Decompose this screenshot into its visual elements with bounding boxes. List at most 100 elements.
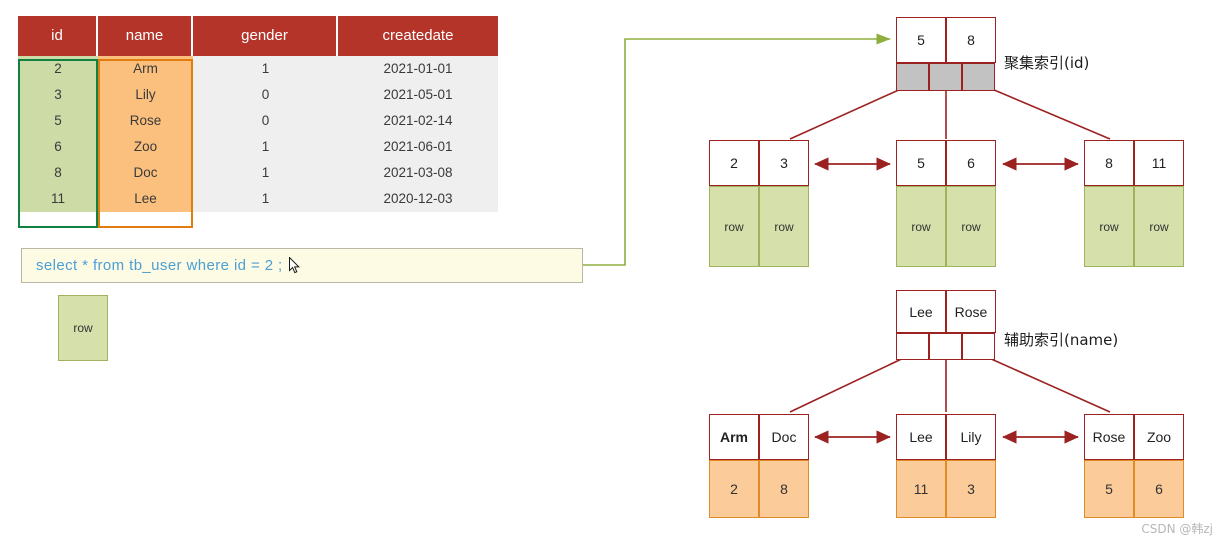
user-table: id name gender createdate 2 Arm 1 2021-0… <box>18 16 498 212</box>
cell-gender: 1 <box>261 139 270 154</box>
clustered-leaf-node: 8 11 row row <box>1084 140 1184 267</box>
leaf-key-row: 5 6 <box>896 140 996 186</box>
leaf-data-row: 2 8 <box>709 460 809 518</box>
leaf-data-cell: 3 <box>946 460 996 518</box>
leaf-key-row: 2 3 <box>709 140 809 186</box>
leaf-data-cell: row <box>1134 186 1184 267</box>
cell-name: Doc <box>98 160 193 186</box>
mouse-cursor-icon <box>289 257 300 274</box>
watermark: CSDN @韩zj <box>1141 522 1213 536</box>
table-row: 5 Rose 0 2021-02-14 <box>18 108 498 134</box>
leaf-key-cell: 2 <box>709 140 759 186</box>
cell-createdate: 2021-05-01 <box>383 87 453 102</box>
diagram-canvas: id name gender createdate 2 Arm 1 2021-0… <box>0 0 1221 541</box>
leaf-key-row: Rose Zoo <box>1084 414 1184 460</box>
cell-name: Zoo <box>98 134 193 160</box>
secondary-leaf-node: Rose Zoo 5 6 <box>1084 414 1184 518</box>
sql-query-box[interactable]: select * from tb_user where id = 2 ; <box>21 248 583 283</box>
cell-id: 8 <box>18 160 98 186</box>
root-key-cell: Lee <box>896 290 946 333</box>
leaf-key-cell: Arm <box>709 414 759 460</box>
cell-createdate: 2021-01-01 <box>383 61 453 76</box>
result-row-label: row <box>73 321 93 335</box>
root-key-row: Lee Rose <box>896 290 996 333</box>
leaf-data-cell: row <box>709 186 759 267</box>
root-pointer-row <box>896 333 996 360</box>
column-header-gender: gender <box>193 16 338 56</box>
secondary-leaf-node: Arm Doc 2 8 <box>709 414 809 518</box>
table-row: 2 Arm 1 2021-01-01 <box>18 56 498 82</box>
leaf-key-cell: Zoo <box>1134 414 1184 460</box>
column-header-id: id <box>18 16 98 56</box>
clustered-index-root-node: 5 8 <box>896 17 996 91</box>
table-body: 2 Arm 1 2021-01-01 3 Lily 0 2021-05-01 5… <box>18 56 498 212</box>
root-pointer-cell <box>962 333 995 360</box>
root-pointer-row <box>896 63 996 91</box>
leaf-data-cell: row <box>759 186 809 267</box>
root-pointer-cell <box>929 333 962 360</box>
secondary-index-root-node: Lee Rose <box>896 290 996 360</box>
cell-id: 5 <box>18 108 98 134</box>
leaf-data-row: row row <box>709 186 809 267</box>
leaf-key-cell: 11 <box>1134 140 1184 186</box>
cell-gender: 0 <box>261 87 270 102</box>
root-pointer-cell <box>896 63 929 91</box>
cell-gender: 1 <box>261 191 270 206</box>
cell-id: 2 <box>18 56 98 82</box>
cell-id: 6 <box>18 134 98 160</box>
leaf-key-cell: Doc <box>759 414 809 460</box>
table-row: 6 Zoo 1 2021-06-01 <box>18 134 498 160</box>
cell-name: Rose <box>98 108 193 134</box>
leaf-key-cell: 8 <box>1084 140 1134 186</box>
cell-createdate: 2020-12-03 <box>383 191 453 206</box>
cell-name: Lily <box>98 82 193 108</box>
cell-name: Lee <box>98 186 193 212</box>
leaf-key-row: 8 11 <box>1084 140 1184 186</box>
table-row: 11 Lee 1 2020-12-03 <box>18 186 498 212</box>
root-key-row: 5 8 <box>896 17 996 63</box>
leaf-data-cell: row <box>1084 186 1134 267</box>
clustered-root-to-leaf-links <box>789 83 1111 140</box>
sql-query-text: select * from tb_user where id = 2 ; <box>36 257 283 274</box>
leaf-key-cell: 6 <box>946 140 996 186</box>
leaf-key-cell: Lee <box>896 414 946 460</box>
result-row-box: row <box>58 295 108 361</box>
leaf-key-cell: Lily <box>946 414 996 460</box>
leaf-data-row: row row <box>896 186 996 267</box>
leaf-data-cell: row <box>946 186 996 267</box>
cell-gender: 0 <box>261 113 270 128</box>
leaf-data-cell: row <box>896 186 946 267</box>
leaf-key-row: Lee Lily <box>896 414 996 460</box>
leaf-data-row: 5 6 <box>1084 460 1184 518</box>
leaf-key-row: Arm Doc <box>709 414 809 460</box>
column-header-name: name <box>98 16 193 56</box>
leaf-data-row: row row <box>1084 186 1184 267</box>
cell-createdate: 2021-03-08 <box>383 165 453 180</box>
cell-name: Arm <box>98 56 193 82</box>
leaf-key-cell: Rose <box>1084 414 1134 460</box>
table-row: 8 Doc 1 2021-03-08 <box>18 160 498 186</box>
leaf-key-cell: 3 <box>759 140 809 186</box>
clustered-leaf-node: 2 3 row row <box>709 140 809 267</box>
leaf-data-cell: 11 <box>896 460 946 518</box>
cell-createdate: 2021-06-01 <box>383 139 453 154</box>
column-header-createdate: createdate <box>338 16 498 56</box>
root-pointer-cell <box>929 63 962 91</box>
leaf-data-row: 11 3 <box>896 460 996 518</box>
root-key-cell: Rose <box>946 290 996 333</box>
leaf-key-cell: 5 <box>896 140 946 186</box>
clustered-index-label: 聚集索引(id) <box>1004 54 1090 72</box>
leaf-data-cell: 5 <box>1084 460 1134 518</box>
cell-createdate: 2021-02-14 <box>383 113 453 128</box>
cell-gender: 1 <box>261 61 270 76</box>
root-key-cell: 8 <box>946 17 996 63</box>
root-key-cell: 5 <box>896 17 946 63</box>
leaf-data-cell: 2 <box>709 460 759 518</box>
table-row: 3 Lily 0 2021-05-01 <box>18 82 498 108</box>
cell-id: 11 <box>18 186 98 212</box>
clustered-leaf-node: 5 6 row row <box>896 140 996 267</box>
cell-id: 3 <box>18 82 98 108</box>
leaf-data-cell: 8 <box>759 460 809 518</box>
leaf-data-cell: 6 <box>1134 460 1184 518</box>
secondary-root-to-leaf-links <box>789 353 1111 413</box>
